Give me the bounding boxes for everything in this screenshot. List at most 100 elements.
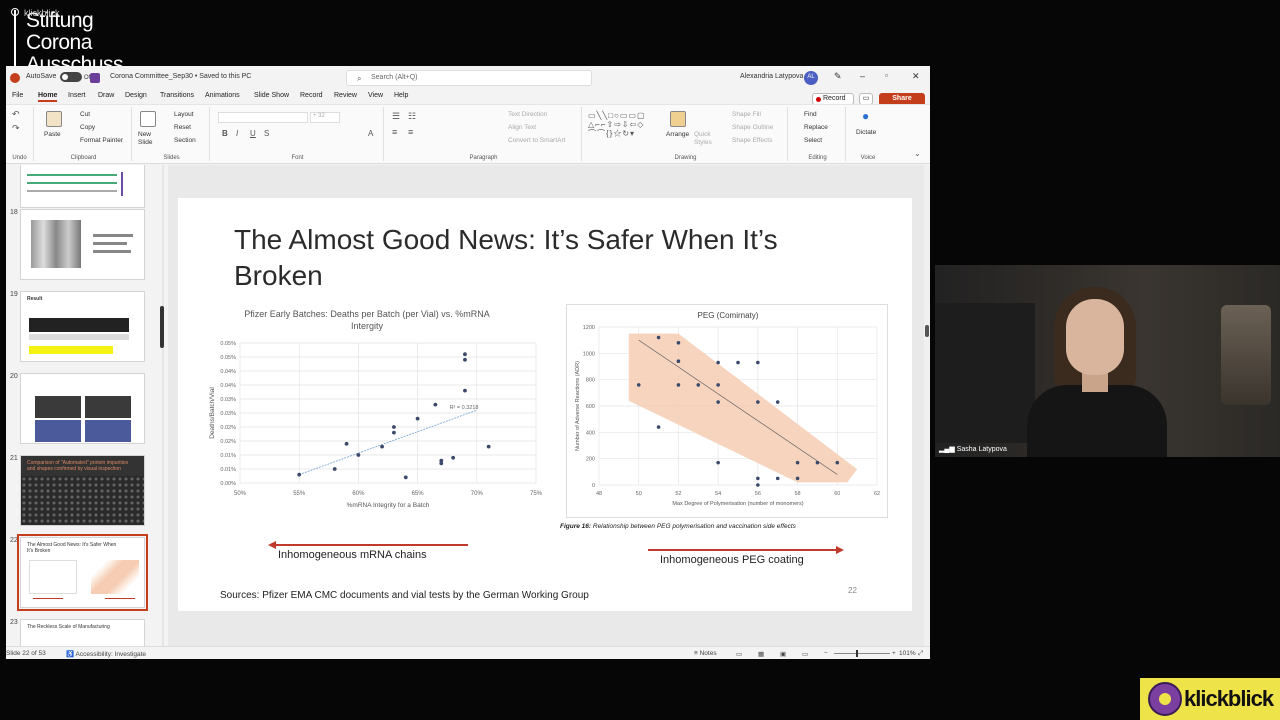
fit-slide-icon[interactable]: ⤢ xyxy=(918,650,923,658)
dictate-button[interactable]: Dictate xyxy=(856,129,876,136)
chart1-y-tick: 0.04% xyxy=(220,369,236,375)
accessibility-status[interactable]: ♿ Accessibility: Investigate xyxy=(66,650,146,658)
format-painter-button[interactable]: Format Painter xyxy=(80,137,123,144)
new-slide-icon[interactable] xyxy=(140,111,156,127)
shape-fill-button[interactable]: Shape Fill xyxy=(732,111,761,118)
chart2-point xyxy=(656,335,661,340)
underline-icon[interactable]: U xyxy=(250,129,256,138)
save-icon[interactable] xyxy=(90,73,100,83)
chart1-point xyxy=(439,458,444,463)
section-button[interactable]: Section xyxy=(174,137,196,144)
zoom-out-icon[interactable]: − xyxy=(824,650,828,657)
paste-icon[interactable] xyxy=(46,111,62,127)
reading-view-icon[interactable]: ▣ xyxy=(780,650,786,658)
zoom-level[interactable]: 101% xyxy=(899,650,916,657)
thumbnail-23[interactable]: The Reckless Scale of Manufacturing xyxy=(20,619,145,646)
shape-outline-button[interactable]: Shape Outline xyxy=(732,124,773,131)
chart2-x-tick: 58 xyxy=(795,491,801,497)
numbering-icon[interactable]: ☷ xyxy=(408,111,416,122)
tab-help[interactable]: Help xyxy=(394,92,408,99)
font-group: + 32 B I U S A Font xyxy=(212,107,384,161)
slides-group: New Slide Layout Reset Section Slides xyxy=(134,107,210,161)
panel-splitter[interactable] xyxy=(162,165,164,646)
tab-design[interactable]: Design xyxy=(125,92,147,99)
webcam-background-lamp xyxy=(1221,305,1271,405)
italic-icon[interactable]: I xyxy=(236,129,238,138)
font-name-box[interactable] xyxy=(218,112,308,123)
search-box[interactable]: ⌕ Search (Alt+Q) xyxy=(346,70,592,86)
tab-draw[interactable]: Draw xyxy=(98,92,114,99)
tab-slide-show[interactable]: Slide Show xyxy=(254,92,289,99)
vertical-scrollbar[interactable] xyxy=(924,165,930,646)
replace-button[interactable]: Replace xyxy=(804,124,828,131)
convert-smartart-button[interactable]: Convert to SmartArt xyxy=(508,137,565,144)
thumbnail-18[interactable] xyxy=(20,209,145,280)
close-icon[interactable]: ✕ xyxy=(912,71,920,82)
microphone-icon[interactable]: ● xyxy=(862,109,869,123)
quick-styles-button[interactable]: Quick Styles xyxy=(694,131,714,147)
zoom-slider-thumb[interactable] xyxy=(856,650,858,657)
reset-button[interactable]: Reset xyxy=(174,124,191,131)
zoom-slider[interactable] xyxy=(834,653,890,654)
minimize-icon[interactable]: – xyxy=(860,71,865,81)
tab-home[interactable]: Home xyxy=(38,92,58,102)
restore-icon[interactable]: ▫ xyxy=(885,71,888,80)
copy-button[interactable]: Copy xyxy=(80,124,95,131)
thumbnail-19[interactable]: Result xyxy=(20,291,145,362)
scrollbar-thumb[interactable] xyxy=(925,325,929,337)
new-slide-button[interactable]: New Slide xyxy=(138,131,160,147)
autosave-toggle[interactable]: Off xyxy=(58,72,92,82)
undo-icon[interactable]: ↶ xyxy=(12,109,20,120)
tab-view[interactable]: View xyxy=(368,92,383,99)
user-name[interactable]: Alexandria Latypova xyxy=(740,73,803,80)
normal-view-icon[interactable]: ▭ xyxy=(736,650,742,658)
strikethrough-icon[interactable]: S xyxy=(264,129,269,138)
klickblick-ring-icon xyxy=(1148,682,1182,716)
thumbnail-17[interactable] xyxy=(20,165,145,208)
arrange-icon[interactable] xyxy=(670,111,686,127)
slide-sorter-icon[interactable]: ▦ xyxy=(758,650,764,658)
bullets-icon[interactable]: ☰ xyxy=(392,111,400,122)
slideshow-icon[interactable]: ▭ xyxy=(802,650,808,658)
tab-file[interactable]: File xyxy=(12,92,23,99)
font-size-box[interactable]: + 32 xyxy=(310,112,340,123)
document-title[interactable]: Corona Committee_Sep30 • Saved to this P… xyxy=(110,73,251,80)
arrange-button[interactable]: Arrange xyxy=(666,131,689,138)
tab-insert[interactable]: Insert xyxy=(68,92,86,99)
chart1-y-tick: 0.03% xyxy=(220,397,236,403)
select-button[interactable]: Select xyxy=(804,137,822,144)
title-bar: AutoSave Off Corona Committee_Sep30 • Sa… xyxy=(6,66,930,90)
thumbnail-20[interactable] xyxy=(20,373,145,444)
zoom-in-icon[interactable]: + xyxy=(892,650,896,657)
slide-page-number: 22 xyxy=(848,586,857,595)
tab-record[interactable]: Record xyxy=(300,92,323,99)
slide-title[interactable]: The Almost Good News: It’s Safer When It… xyxy=(234,222,874,294)
thumbnail-22[interactable]: The Almost Good News: It's Safer When It… xyxy=(17,534,148,611)
collapse-ribbon-icon[interactable]: ⌄ xyxy=(914,149,921,158)
notes-button[interactable]: ≡ Notes xyxy=(694,650,717,657)
cut-button[interactable]: Cut xyxy=(80,111,90,118)
tab-review[interactable]: Review xyxy=(334,92,357,99)
shape-effects-button[interactable]: Shape Effects xyxy=(732,137,772,144)
tab-transitions[interactable]: Transitions xyxy=(160,92,194,99)
find-button[interactable]: Find xyxy=(804,111,817,118)
tab-animations[interactable]: Animations xyxy=(205,92,240,99)
slide[interactable]: The Almost Good News: It’s Safer When It… xyxy=(178,198,912,611)
bold-icon[interactable]: B xyxy=(222,129,228,138)
user-avatar[interactable]: AL xyxy=(804,71,818,85)
layout-button[interactable]: Layout xyxy=(174,111,194,118)
redo-icon[interactable]: ↷ xyxy=(12,123,20,134)
font-color-icon[interactable]: A xyxy=(368,129,373,138)
align-left-icon[interactable]: ≡ xyxy=(392,127,397,137)
paste-button[interactable]: Paste xyxy=(44,131,61,138)
voice-group: ● Dictate Voice xyxy=(848,107,888,161)
text-direction-button[interactable]: Text Direction xyxy=(508,111,547,118)
thumbnail-number: 19 xyxy=(10,291,18,298)
figure-caption-text: Relationship between PEG polymerisation … xyxy=(591,523,796,530)
align-text-button[interactable]: Align Text xyxy=(508,124,536,131)
splitter-handle[interactable] xyxy=(160,306,164,348)
shapes-gallery[interactable]: ▭╲╲□○▭▭▢ △⌐⌐⇧⇨⇩⇦◇ ⌒⌒{}☆↻▾ xyxy=(588,111,660,145)
thumbnail-21[interactable]: Comparison of "Automated" protein impuri… xyxy=(20,455,145,526)
align-center-icon[interactable]: ≡ xyxy=(408,127,413,137)
pen-icon[interactable]: ✎ xyxy=(834,71,842,82)
